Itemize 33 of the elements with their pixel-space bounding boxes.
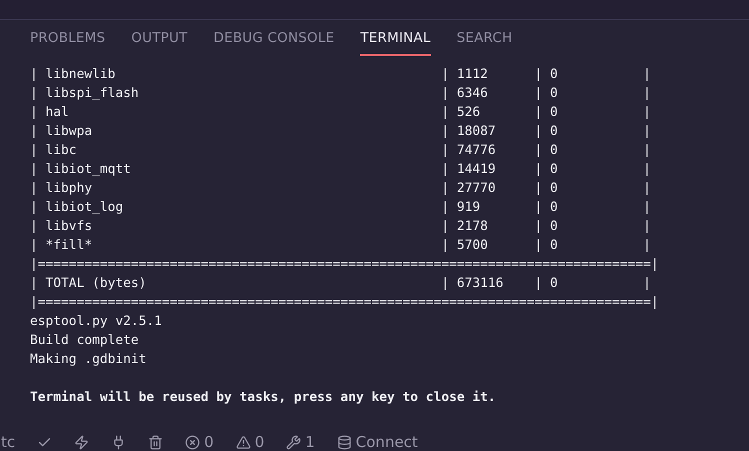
panel-tab[interactable]: DEBUG CONSOLE <box>214 20 334 56</box>
terminal-line: |===============================================================================| <box>30 294 659 312</box>
database-icon[interactable] <box>336 434 352 450</box>
terminal-line: | libiot_mqtt | 14419 | 0 | <box>30 161 651 179</box>
terminal-line: Build complete <box>30 332 139 350</box>
terminal-line: | TOTAL (bytes) | 673116 | 0 | <box>30 275 651 293</box>
terminal-line: | libc | 74776 | 0 | <box>30 142 651 160</box>
terminal-notice: Terminal will be reused by tasks, press any key to close it. <box>30 389 496 407</box>
terminal-line: | libspi_flash | 6346 | 0 | <box>30 85 651 103</box>
warning-count: 0 <box>254 433 264 451</box>
terminal-line: | libvfs | 2178 | 0 | <box>30 218 651 236</box>
terminal-line: | libphy | 27770 | 0 | <box>30 180 651 198</box>
panel-tab[interactable]: SEARCH <box>456 20 512 56</box>
status-text: tc <box>1 433 16 451</box>
terminal-line: | libnewlib | 1112 | 0 | <box>30 66 651 84</box>
terminal-line: Making .gdbinit <box>30 351 146 369</box>
error-count: 0 <box>204 433 214 451</box>
error-icon <box>185 434 200 450</box>
lightning-icon[interactable] <box>74 434 90 450</box>
terminal-line: | libiot_log | 919 | 0 | <box>30 199 651 217</box>
connect-button[interactable]: Connect <box>356 433 418 451</box>
trash-icon[interactable] <box>148 434 164 450</box>
panel-tab[interactable]: TERMINAL <box>360 20 431 56</box>
terminal-line: | libwpa | 18087 | 0 | <box>30 123 651 141</box>
panel-tab[interactable]: PROBLEMS <box>30 20 106 56</box>
terminal-line: | hal | 526 | 0 | <box>30 104 651 122</box>
panel-tab[interactable]: OUTPUT <box>131 20 188 56</box>
terminal-line: | *fill* | 5700 | 0 | <box>30 237 651 255</box>
warning-icon <box>236 434 251 450</box>
terminal-line: |===============================================================================| <box>30 256 659 274</box>
tools-icon <box>286 434 302 450</box>
terminal-line: esptool.py v2.5.1 <box>30 313 162 331</box>
tools-count: 1 <box>305 433 315 451</box>
